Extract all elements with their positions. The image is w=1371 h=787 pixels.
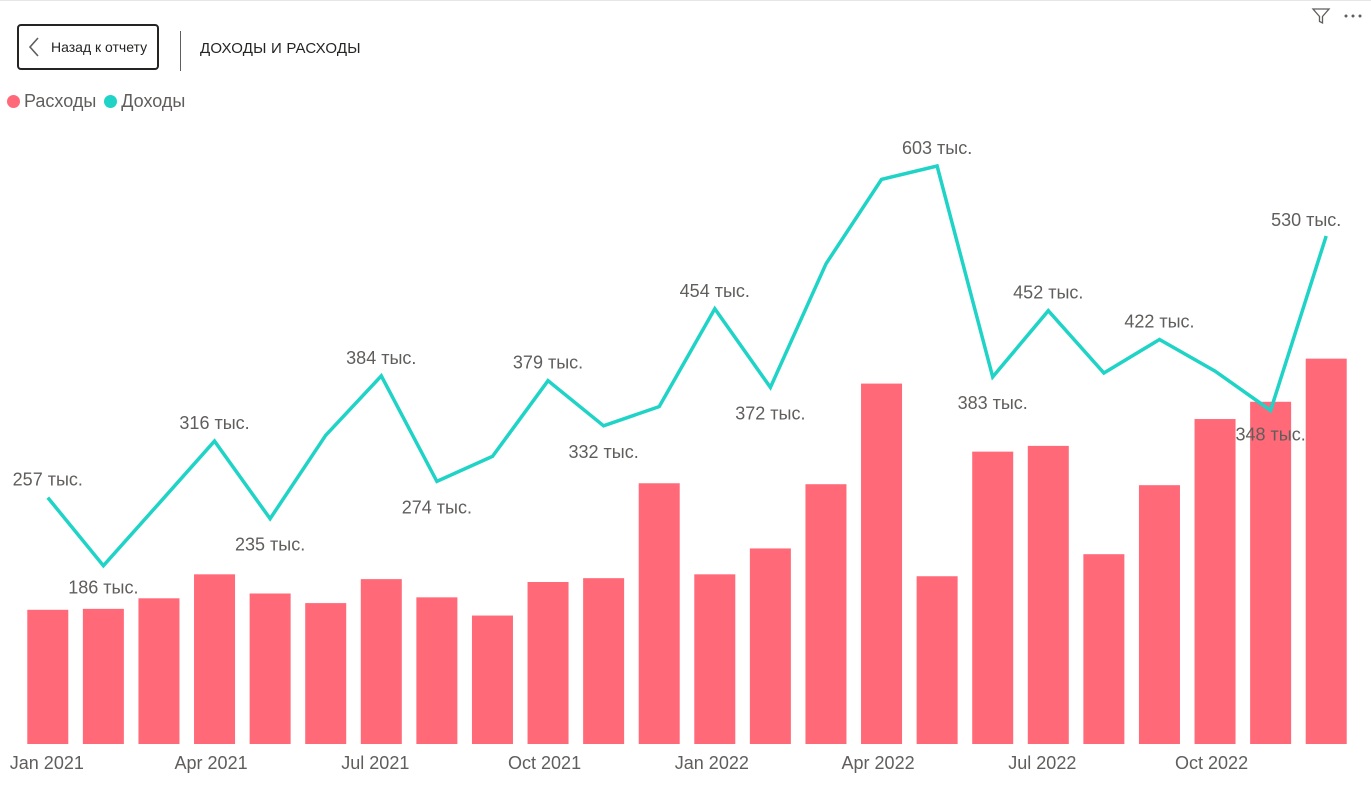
income-data-label: 379 тыс. — [513, 353, 583, 373]
income-data-label: 235 тыс. — [235, 535, 305, 555]
expenses-bar[interactable] — [527, 582, 569, 744]
expenses-bar[interactable] — [360, 579, 402, 744]
income-data-label: 383 тыс. — [958, 393, 1028, 413]
expenses-bar[interactable] — [138, 598, 180, 744]
expenses-bar[interactable] — [471, 615, 513, 744]
income-data-label: 454 тыс. — [680, 281, 750, 301]
x-axis-tick-label: Oct 2021 — [508, 753, 581, 773]
expenses-bar[interactable] — [749, 548, 791, 744]
income-line — [46, 163, 1328, 569]
expenses-bar[interactable] — [1083, 554, 1125, 744]
x-axis-tick-label: Apr 2022 — [842, 753, 915, 773]
x-axis-tick-label: Jul 2021 — [341, 753, 409, 773]
expenses-bar[interactable] — [1305, 358, 1347, 744]
expenses-bar[interactable] — [638, 483, 680, 744]
combo-chart: 257 тыс. 186 тыс. 316 тыс. 235 тыс. 384 тыс.… — [10, 138, 1347, 773]
income-data-label: 422 тыс. — [1124, 311, 1194, 331]
expenses-bar[interactable] — [1027, 445, 1069, 744]
expenses-bar[interactable] — [416, 597, 458, 744]
expenses-bar[interactable] — [861, 383, 903, 744]
expenses-bar[interactable] — [1250, 401, 1292, 744]
expenses-bar[interactable] — [27, 609, 69, 744]
income-data-label: 384 тыс. — [346, 348, 416, 368]
expenses-bar[interactable] — [805, 484, 847, 744]
expenses-bar[interactable] — [1194, 419, 1236, 744]
income-data-label: 332 тыс. — [569, 442, 639, 462]
income-data-label: 274 тыс. — [402, 497, 472, 517]
expenses-bar[interactable] — [583, 578, 625, 744]
expenses-bar[interactable] — [305, 603, 347, 744]
expenses-bar[interactable] — [82, 608, 124, 744]
x-axis-tick-label: Jan 2022 — [675, 753, 749, 773]
expenses-bar[interactable] — [249, 593, 291, 744]
income-data-label: 348 тыс. — [1236, 424, 1306, 444]
expenses-bar[interactable] — [916, 576, 958, 744]
x-axis-tick-label: Jul 2022 — [1008, 753, 1076, 773]
income-data-label: 603 тыс. — [902, 138, 972, 158]
income-data-label: 186 тыс. — [68, 578, 138, 598]
expenses-bar[interactable] — [194, 574, 236, 744]
x-axis-tick-label: Apr 2021 — [175, 753, 248, 773]
x-axis-tick-label: Oct 2022 — [1175, 753, 1248, 773]
income-data-label: 452 тыс. — [1013, 283, 1083, 303]
income-data-label: 316 тыс. — [179, 413, 249, 433]
income-data-label: 372 тыс. — [735, 403, 805, 423]
expenses-bar[interactable] — [1138, 485, 1180, 744]
income-data-label: 530 тыс. — [1271, 210, 1341, 230]
expenses-bar[interactable] — [694, 574, 736, 744]
income-data-label: 257 тыс. — [13, 470, 83, 490]
expenses-bar[interactable] — [972, 451, 1014, 744]
x-axis-tick-label: Jan 2021 — [10, 753, 84, 773]
